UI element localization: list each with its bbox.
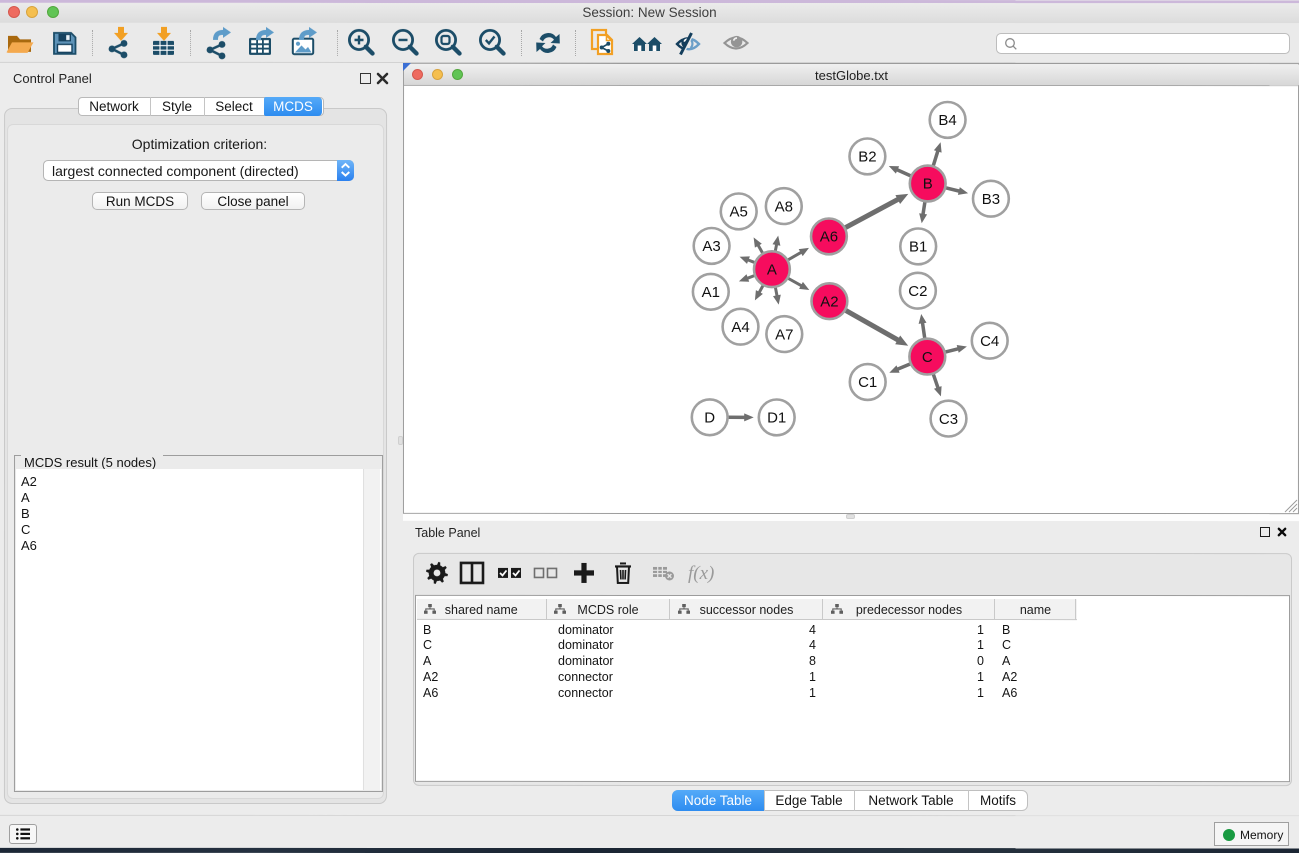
svg-text:A7: A7	[775, 326, 793, 343]
svg-text:C4: C4	[980, 333, 999, 350]
svg-text:D: D	[704, 410, 715, 427]
svg-text:B: B	[923, 176, 933, 193]
svg-text:D1: D1	[767, 410, 786, 427]
svg-text:B2: B2	[858, 149, 876, 166]
svg-text:C: C	[922, 349, 933, 366]
svg-text:B3: B3	[982, 191, 1000, 208]
svg-text:B1: B1	[909, 239, 927, 256]
svg-text:C3: C3	[939, 411, 958, 428]
svg-text:B4: B4	[938, 112, 956, 129]
svg-text:A1: A1	[702, 284, 720, 301]
svg-text:A3: A3	[702, 238, 720, 255]
svg-text:C1: C1	[858, 374, 877, 391]
svg-text:A4: A4	[731, 319, 749, 336]
svg-text:f(x): f(x)	[688, 563, 714, 584]
svg-text:A: A	[767, 261, 777, 278]
svg-text:A6: A6	[820, 229, 838, 246]
svg-text:A2: A2	[820, 293, 838, 310]
svg-text:A8: A8	[775, 198, 793, 215]
svg-text:C2: C2	[908, 283, 927, 300]
svg-text:A5: A5	[730, 204, 748, 221]
